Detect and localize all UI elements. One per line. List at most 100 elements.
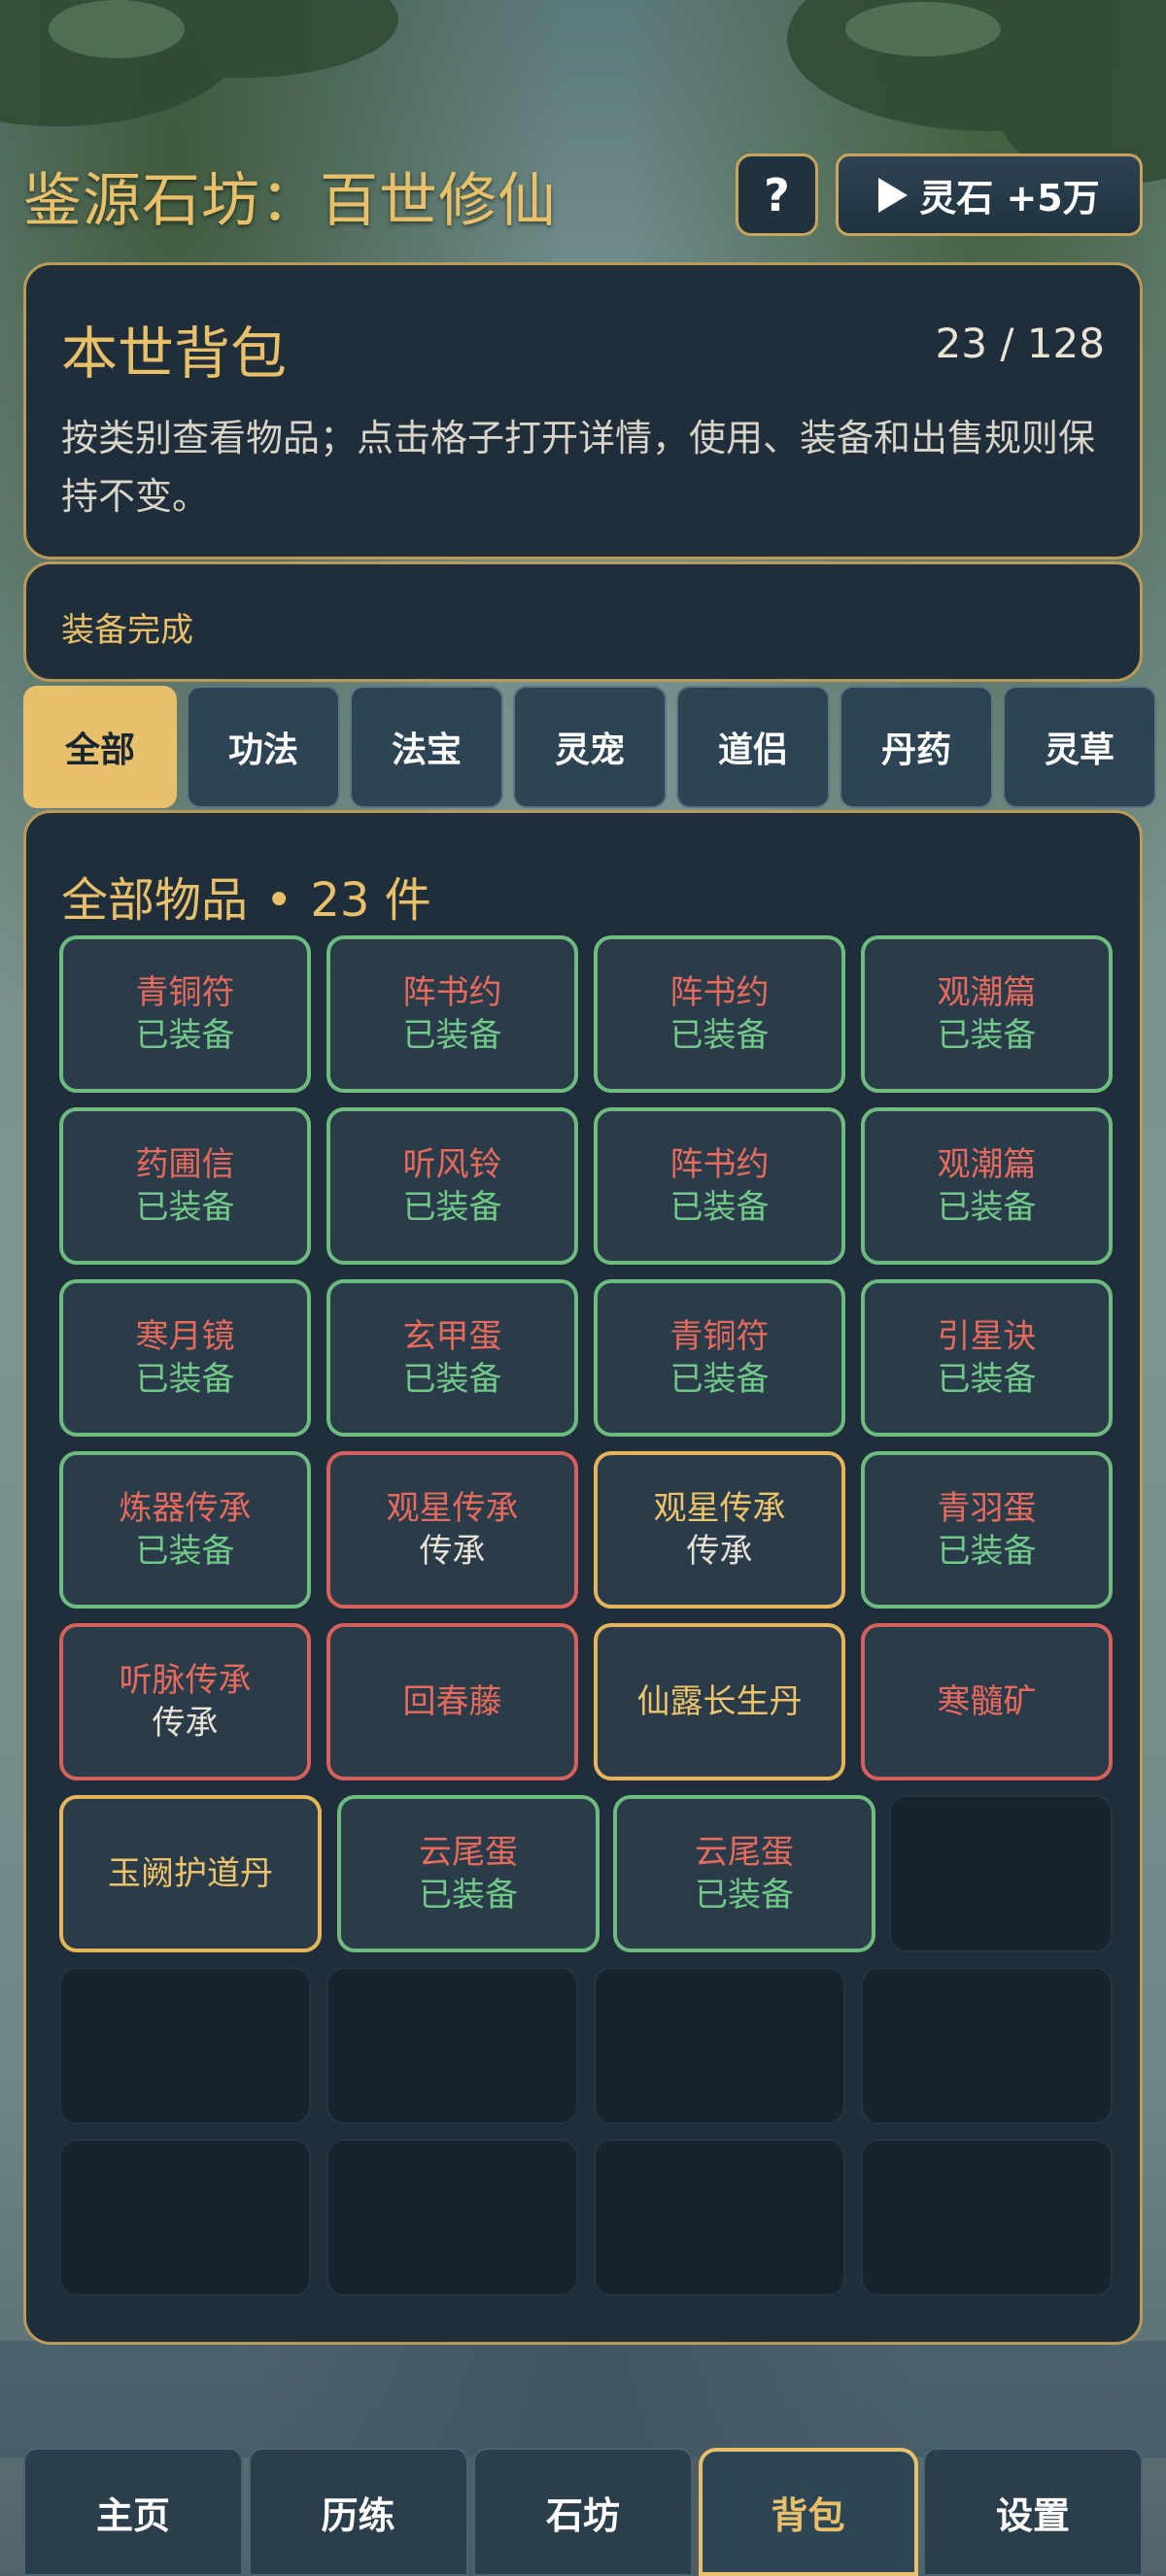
item-name: 炼器传承 [119,1489,252,1528]
bag-capacity: 23 / 128 [935,320,1105,367]
item-name: 云尾蛋 [695,1833,794,1872]
item-status: 已装备 [669,1188,770,1227]
item-slot[interactable]: 云尾蛋 已装备 [613,1795,875,1952]
item-slot[interactable]: 阵书约 已装备 [326,935,578,1093]
item-slot[interactable]: 玄甲蛋 已装备 [326,1279,578,1437]
item-status: 已装备 [695,1876,794,1915]
empty-slot[interactable] [326,2139,578,2296]
tab-pets[interactable]: 灵宠 [513,686,667,808]
item-name: 听风铃 [402,1145,502,1184]
nav-workshop[interactable]: 石坊 [473,2448,693,2576]
item-status: 已装备 [419,1876,518,1915]
item-status: 传承 [152,1704,219,1743]
bag-description: 按类别查看物品；点击格子打开详情，使用、装备和出售规则保持不变。 [61,417,1096,518]
nav-adventure[interactable]: 历练 [248,2448,468,2576]
item-row: 玉阙护道丹 云尾蛋 已装备 云尾蛋 已装备 [59,1795,1113,1952]
empty-slot[interactable] [861,2139,1113,2296]
empty-slot[interactable] [861,1967,1113,2124]
item-name: 观星传承 [386,1489,519,1528]
item-row: 寒月镜 已装备 玄甲蛋 已装备 青铜符 已装备 引星诀 已装备 [59,1279,1113,1437]
help-button[interactable]: ? [736,153,818,236]
item-slot[interactable]: 青铜符 已装备 [594,1279,845,1437]
tab-artifacts[interactable]: 法宝 [350,686,503,808]
tab-companions[interactable]: 道侣 [676,686,830,808]
empty-slot[interactable] [59,1967,311,2124]
item-slot[interactable]: 阵书约 已装备 [594,935,845,1093]
item-row [59,1967,1113,2124]
item-slot[interactable]: 阵书约 已装备 [594,1107,845,1265]
items-separator: • [265,873,293,928]
app-title: 鉴源石坊：百世修仙 [23,167,557,235]
item-slot[interactable]: 炼器传承 已装备 [59,1451,311,1609]
item-status: 已装备 [937,1188,1037,1227]
item-slot[interactable]: 玉阙护道丹 [59,1795,322,1952]
item-slot[interactable]: 寒髓矿 [861,1623,1113,1780]
item-name: 引星诀 [937,1317,1037,1356]
item-status: 已装备 [402,1360,502,1399]
item-slot[interactable]: 观潮篇 已装备 [861,935,1113,1093]
item-status: 已装备 [135,1188,235,1227]
item-row: 青铜符 已装备 阵书约 已装备 阵书约 已装备 观潮篇 已装备 [59,935,1113,1093]
item-row: 药圃信 已装备 听风铃 已装备 阵书约 已装备 观潮篇 已装备 [59,1107,1113,1265]
item-status: 已装备 [402,1188,502,1227]
item-slot[interactable]: 云尾蛋 已装备 [337,1795,600,1952]
item-status: 已装备 [669,1360,770,1399]
item-slot[interactable]: 观潮篇 已装备 [861,1107,1113,1265]
nav-backpack[interactable]: 背包 [698,2448,918,2576]
play-icon [878,177,909,213]
item-name: 寒髓矿 [937,1682,1037,1721]
items-header: 全部物品 • 23 件 [61,862,431,930]
tab-all[interactable]: 全部 [23,686,177,808]
item-slot[interactable]: 观星传承 传承 [326,1451,578,1609]
empty-slot[interactable] [59,2139,311,2296]
status-message: 装备完成 [61,611,193,650]
tab-techniques[interactable]: 功法 [187,686,340,808]
item-row: 听脉传承传承 回春藤 仙露长生丹 寒髓矿 [59,1623,1113,1780]
bottom-navigation: 主页 历练 石坊 背包 设置 [23,2448,1143,2576]
item-name: 玄甲蛋 [402,1317,502,1356]
item-slot[interactable]: 青羽蛋 已装备 [861,1451,1113,1609]
item-name: 观潮篇 [937,1145,1037,1184]
item-slot[interactable]: 观星传承 传承 [594,1451,845,1609]
item-name: 青羽蛋 [937,1489,1037,1528]
item-name: 寒月镜 [135,1317,235,1356]
item-name: 云尾蛋 [419,1833,518,1872]
item-name: 回春藤 [402,1682,502,1721]
item-status: 已装备 [937,1360,1037,1399]
nav-settings[interactable]: 设置 [923,2448,1143,2576]
item-slot[interactable]: 听风铃 已装备 [326,1107,578,1265]
item-slot[interactable]: 引星诀 已装备 [861,1279,1113,1437]
bag-info-panel: 本世背包 23 / 128 按类别查看物品；点击格子打开详情，使用、装备和出售规… [23,262,1143,559]
empty-slot[interactable] [889,1795,1113,1952]
item-slot[interactable]: 回春藤 [326,1623,578,1780]
nav-home[interactable]: 主页 [23,2448,243,2576]
item-name: 听脉传承 [119,1661,252,1700]
item-slot[interactable]: 药圃信 已装备 [59,1107,311,1265]
tab-pills[interactable]: 丹药 [840,686,993,808]
item-slot[interactable]: 寒月镜 已装备 [59,1279,311,1437]
empty-slot[interactable] [594,2139,845,2296]
item-slot[interactable]: 听脉传承 传承 [59,1623,311,1780]
item-name: 药圃信 [135,1145,235,1184]
item-status: 已装备 [937,1016,1037,1055]
item-name: 阵书约 [669,973,770,1012]
category-tabs: 全部 功法 法宝 灵宠 道侣 丹药 灵草 [23,686,1166,810]
item-name: 阵书约 [669,1145,770,1184]
empty-slot[interactable] [326,1967,578,2124]
item-status: 已装备 [402,1016,502,1055]
item-slot[interactable]: 仙露长生丹 [594,1623,845,1780]
item-name: 阵书约 [402,973,502,1012]
item-status: 已装备 [937,1532,1037,1571]
item-name: 青铜符 [669,1317,770,1356]
item-name: 观星传承 [653,1489,786,1528]
ad-reward-button[interactable]: 灵石 +5万 [836,153,1143,236]
item-status: 传承 [686,1532,753,1571]
empty-slot[interactable] [594,1967,845,2124]
tab-herbs[interactable]: 灵草 [1003,686,1156,808]
bag-title: 本世背包 [61,321,288,387]
item-slot[interactable]: 青铜符 已装备 [59,935,311,1093]
items-title: 全部物品 [61,873,249,928]
items-panel: 全部物品 • 23 件 青铜符 已装备 阵书约 已装备 阵书约 已装备 观潮篇 已装备 药圃信 已装备… [23,810,1143,2345]
item-status: 已装备 [135,1360,235,1399]
item-name: 玉阙护道丹 [108,1854,273,1893]
